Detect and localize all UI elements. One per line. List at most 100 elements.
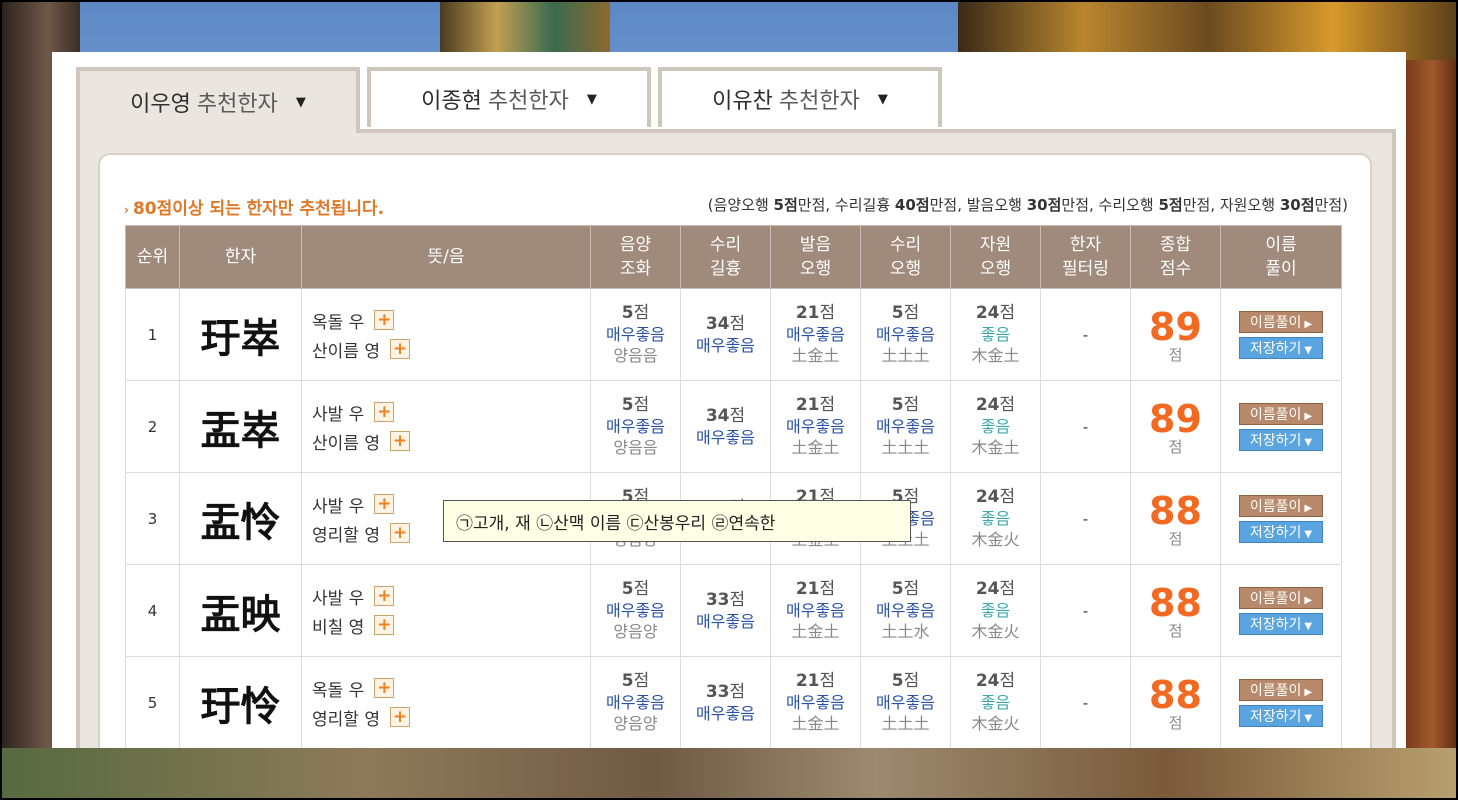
rank-cell: 4: [125, 564, 180, 657]
score-value: 24점: [975, 487, 1016, 507]
plus-icon[interactable]: +: [389, 523, 410, 543]
score-detail: 양음양: [613, 622, 658, 641]
save-button[interactable]: 저장하기 ▼: [1239, 612, 1323, 635]
score-value: 24점: [975, 671, 1016, 691]
meaning-cell: 사발 우 + 산이름 영 +: [301, 380, 591, 473]
score-cell-yy: 5점 매우좋음 양음음: [590, 380, 681, 473]
header-interpret: 이름 풀이: [1220, 225, 1342, 289]
score-cell-sg: 34점 매우좋음: [680, 288, 771, 381]
tab-name-3[interactable]: 이유찬 추천한자 ▼: [658, 67, 942, 127]
rank-cell: 2: [125, 380, 180, 473]
background-ground: [0, 748, 1458, 800]
meaning-text: 산이름 영: [312, 433, 380, 454]
tab-name-2[interactable]: 이종현 추천한자 ▼: [367, 67, 651, 127]
table-row: 1 玗崒 옥돌 우 + 산이름 영 + 5점 매우좋음 양음음 34점 매우좋음 2…: [125, 288, 1342, 381]
hanja-cell: 盂映: [179, 564, 302, 657]
header-filter: 한자 필터링: [1040, 225, 1131, 289]
filter-cell: -: [1040, 472, 1131, 565]
score-detail: 土金土: [791, 346, 840, 365]
recommend-panel: 이우영 추천한자 ▼ 이종현 추천한자 ▼ 이유찬 추천한자 ▼ › 80점이상 …: [52, 52, 1406, 748]
score-level: 매우좋음: [606, 325, 665, 344]
legend-score: 5점: [1158, 196, 1183, 214]
score-cell-so: 5점 매우좋음 土土土: [860, 288, 951, 381]
notice-message: 80점이상 되는 한자만 추천됩니다.: [132, 199, 385, 219]
interpret-button[interactable]: 이름풀이 ▶: [1239, 494, 1323, 517]
score-value: 5점: [891, 303, 920, 323]
score-detail: 土土土: [881, 346, 930, 365]
hanja-cell: 玗崒: [179, 288, 302, 381]
score-level: 좋음: [980, 601, 1011, 620]
actions-cell: 이름풀이 ▶ 저장하기 ▼: [1220, 288, 1342, 381]
total-score: 88: [1149, 488, 1202, 533]
score-value: 34점: [705, 405, 746, 426]
legend-score: 30점: [1279, 196, 1315, 214]
score-value: 5점: [891, 671, 920, 691]
arrow-right-icon: ▶: [1304, 686, 1313, 698]
interpret-button[interactable]: 이름풀이 ▶: [1239, 310, 1323, 333]
score-detail: 土土水: [881, 622, 930, 641]
plus-icon[interactable]: +: [374, 494, 395, 514]
score-cell-bo: 21점 매우좋음 土金土: [770, 656, 861, 748]
score-level: 매우좋음: [876, 601, 935, 620]
plus-icon[interactable]: +: [389, 707, 410, 727]
score-value: 33점: [705, 589, 746, 610]
score-level: 매우좋음: [696, 611, 755, 631]
legend-text: 만점, 발음오행: [929, 196, 1027, 214]
hanja-chars: 玗怜: [200, 683, 281, 730]
interpret-button[interactable]: 이름풀이 ▶: [1239, 402, 1323, 425]
total-unit: 점: [1168, 621, 1183, 640]
legend-score: 30점: [1026, 196, 1062, 214]
score-level: 매우좋음: [876, 693, 935, 712]
plus-icon[interactable]: +: [374, 586, 395, 606]
notice-text: › 80점이상 되는 한자만 추천됩니다.: [124, 194, 384, 219]
caret-down-icon: ▼: [1304, 344, 1313, 356]
score-detail: 土土土: [881, 438, 930, 457]
header-total: 종합 점수: [1130, 225, 1221, 289]
score-cell-sg: 33점 매우좋음: [680, 564, 771, 657]
hanja-chars: 盂怜: [200, 499, 281, 546]
plus-icon[interactable]: +: [374, 310, 395, 330]
plus-icon[interactable]: +: [374, 615, 395, 635]
score-value: 5점: [621, 579, 650, 599]
caret-down-icon: ▼: [295, 94, 306, 110]
plus-icon[interactable]: +: [374, 402, 395, 422]
score-detail: 土金土: [791, 622, 840, 641]
meaning-line-1: 옥돌 우 +: [312, 306, 589, 335]
total-cell: 89 점: [1130, 380, 1221, 473]
score-level: 매우좋음: [606, 693, 665, 712]
plus-icon[interactable]: +: [374, 678, 395, 698]
save-button[interactable]: 저장하기 ▼: [1239, 704, 1323, 727]
caret-down-icon: ▼: [1304, 528, 1313, 540]
meaning-text: 영리할 영: [312, 525, 380, 546]
plus-icon[interactable]: +: [389, 431, 410, 451]
filter-cell: -: [1040, 288, 1131, 381]
rank-cell: 5: [125, 656, 180, 748]
plus-icon[interactable]: +: [389, 339, 410, 359]
meaning-text: 사발 우: [312, 588, 365, 609]
interpret-button[interactable]: 이름풀이 ▶: [1239, 678, 1323, 701]
score-cell-bo: 21점 매우좋음 土金土: [770, 288, 861, 381]
rank-cell: 3: [125, 472, 180, 565]
actions-cell: 이름풀이 ▶ 저장하기 ▼: [1220, 472, 1342, 565]
save-button[interactable]: 저장하기 ▼: [1239, 428, 1323, 451]
score-cell-so: 5점 매우좋음 土土土: [860, 656, 951, 748]
interpret-button[interactable]: 이름풀이 ▶: [1239, 586, 1323, 609]
score-detail: 木金火: [971, 530, 1020, 549]
meaning-text: 옥돌 우: [312, 680, 365, 701]
tab-name-1[interactable]: 이우영 추천한자 ▼: [76, 67, 360, 133]
background-wall-right: [1406, 60, 1458, 800]
arrow-right-icon: ▶: [1304, 502, 1313, 514]
table-row: 2 盂崒 사발 우 + 산이름 영 + 5점 매우좋음 양음음 34점 매우좋음 2…: [125, 380, 1342, 473]
hanja-chars: 盂崒: [200, 407, 281, 454]
tab-name-label: 이우영: [130, 92, 191, 117]
save-button[interactable]: 저장하기 ▼: [1239, 520, 1323, 543]
meaning-text: 비칠 영: [312, 617, 365, 638]
total-unit: 점: [1168, 713, 1183, 732]
score-value: 34점: [705, 313, 746, 334]
score-level: 매우좋음: [786, 601, 845, 620]
rank-cell: 1: [125, 288, 180, 381]
save-button[interactable]: 저장하기 ▼: [1239, 336, 1323, 359]
score-level: 매우좋음: [606, 601, 665, 620]
arrow-right-icon: ▶: [1304, 410, 1313, 422]
score-value: 5점: [621, 395, 650, 415]
